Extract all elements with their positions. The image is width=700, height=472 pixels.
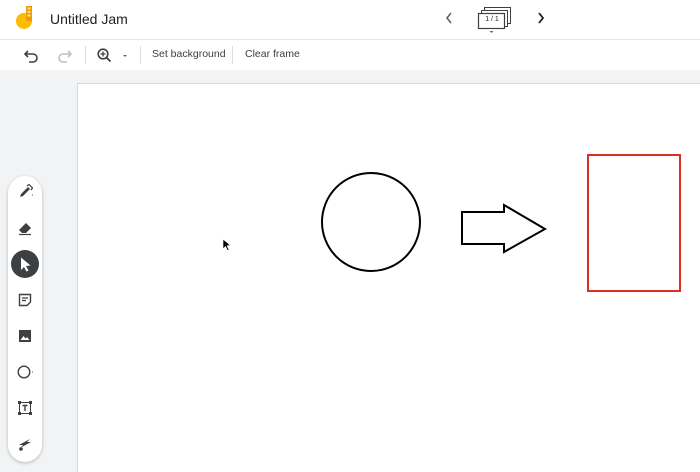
document-title[interactable]: Untitled Jam [50,11,128,27]
zoom-in-icon [97,48,127,63]
jamboard-logo-icon [15,6,37,32]
cursor-icon [21,257,31,272]
redo-button[interactable] [53,45,75,65]
select-tool[interactable] [11,250,39,278]
image-tool[interactable] [11,322,39,350]
pen-icon [20,184,33,197]
frame-indicator: 1 / 1 [485,16,499,23]
jam-canvas[interactable] [77,83,700,472]
shape-tool[interactable] [11,358,39,386]
image-icon [19,330,31,342]
previous-frame-button[interactable] [440,8,458,28]
laser-tool[interactable] [11,430,39,458]
tool-palette [8,176,42,462]
toolbar-divider [232,46,233,64]
frame-bar-button[interactable]: 1 / 1 [476,6,514,34]
canvas-circle-shape[interactable] [321,172,421,272]
title-bar: Untitled Jam 1 / 1 [0,0,700,40]
laser-icon [19,439,31,451]
circle-icon [17,365,33,379]
eraser-icon [19,223,31,236]
chevron-left-icon [445,12,452,24]
undo-icon [23,50,38,63]
set-background-button[interactable]: Set background [152,48,226,60]
text-box-tool[interactable] [11,394,39,422]
action-toolbar: Set background Clear frame [0,40,700,70]
sticky-note-tool[interactable] [11,286,39,314]
undo-button[interactable] [21,45,43,65]
mouse-pointer-icon [222,238,232,251]
clear-frame-button[interactable]: Clear frame [245,48,300,60]
toolbar-divider [85,46,86,64]
canvas-arrow-shape[interactable] [461,203,548,254]
text-box-icon [18,401,32,415]
pen-tool[interactable] [11,178,39,206]
toolbar-divider [140,46,141,64]
workspace [0,70,700,472]
canvas-rectangle-shape[interactable] [587,154,681,292]
eraser-tool[interactable] [11,214,39,242]
next-frame-button[interactable] [532,8,550,28]
chevron-right-icon [538,12,545,24]
redo-icon [58,50,73,63]
sticky-note-icon [18,293,32,307]
zoom-button[interactable] [94,45,132,65]
